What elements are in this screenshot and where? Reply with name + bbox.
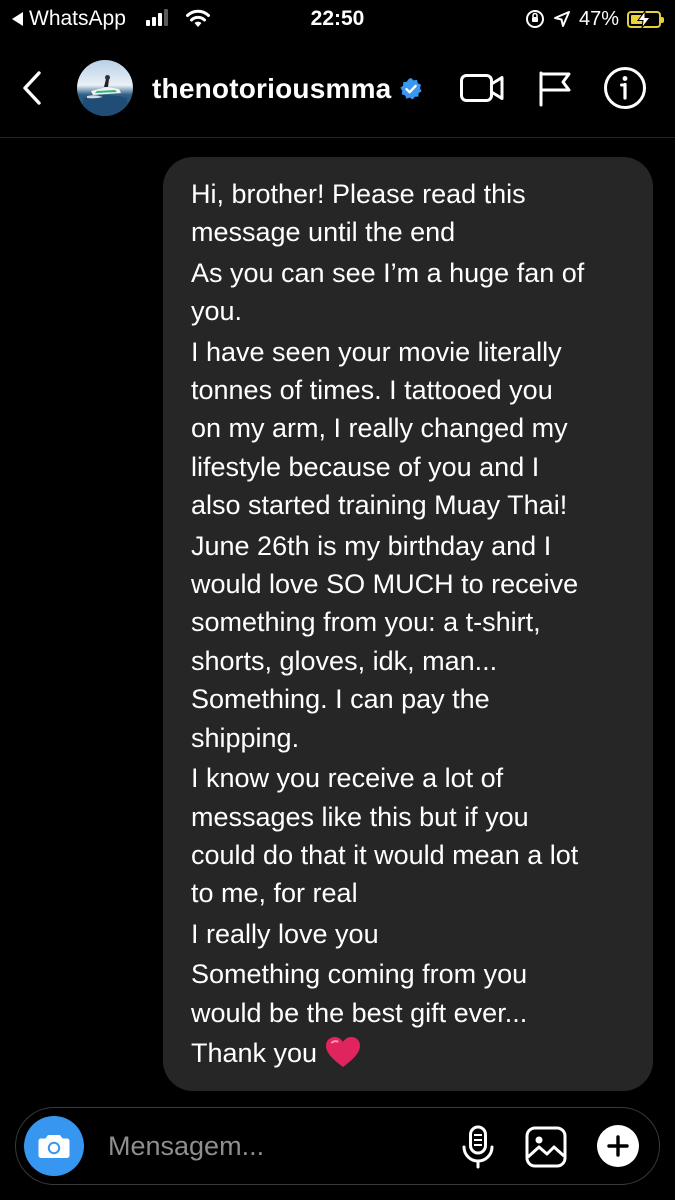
orientation-lock-icon xyxy=(525,10,544,28)
message-line: Something. I can pay the xyxy=(191,684,490,715)
username[interactable]: thenotoriousmma xyxy=(152,72,391,106)
add-button[interactable] xyxy=(597,1125,639,1167)
battery-icon xyxy=(627,10,664,28)
message-line: shorts, gloves, idk, man... xyxy=(191,645,498,676)
video-call-icon[interactable] xyxy=(459,68,505,108)
message-line: June 26th is my birthday and I xyxy=(191,530,552,561)
message-paragraph: Thank you xyxy=(191,1034,625,1072)
camera-button[interactable] xyxy=(24,1116,84,1176)
message-paragraph: June 26th is my birthday and I would love… xyxy=(191,527,625,757)
chat-header: thenotoriousmma xyxy=(0,40,675,138)
message-line: also started training Muay Thai! xyxy=(191,490,568,521)
message-line: As you can see I’m a huge fan of xyxy=(191,257,585,288)
message-line: Thank you xyxy=(191,1034,625,1072)
back-icon[interactable] xyxy=(18,68,46,108)
location-icon xyxy=(553,11,570,27)
gallery-icon[interactable] xyxy=(524,1125,568,1169)
message-paragraph: I have seen your movie literally tonnes o… xyxy=(191,333,625,525)
message-paragraph: Something coming from you would be the be… xyxy=(191,955,625,1032)
heart-emoji-icon xyxy=(326,1036,361,1067)
message-line: I have seen your movie literally xyxy=(191,336,562,367)
verified-badge-icon xyxy=(400,78,423,100)
message-line: Hi, brother! Please read this xyxy=(191,179,526,209)
message-paragraph: As you can see I’m a huge fan of you. xyxy=(191,254,625,331)
info-icon[interactable] xyxy=(603,66,647,110)
message-line: would love SO MUCH to receive xyxy=(191,569,579,600)
status-right: 47% xyxy=(525,6,664,32)
message-line: would be the best gift ever... xyxy=(191,997,528,1028)
message-line: shipping. xyxy=(191,722,300,753)
camera-icon xyxy=(38,1135,70,1158)
add-icon xyxy=(607,1135,629,1157)
flag-icon[interactable] xyxy=(536,68,574,108)
message-line: message until the end xyxy=(191,217,456,248)
message-line: on my arm, I really changed my xyxy=(191,413,568,444)
message-line: could do that it would mean a lot xyxy=(191,839,579,870)
message-paragraph: Hi, brother! Please read this message unt… xyxy=(191,175,625,252)
message-line: I really love you xyxy=(191,918,379,949)
battery-percent: 47% xyxy=(578,8,619,30)
avatar-jetski-icon xyxy=(83,75,127,116)
message-line: tonnes of times. I tattooed you xyxy=(191,375,553,406)
message-composer xyxy=(15,1107,660,1185)
avatar[interactable] xyxy=(77,60,133,116)
message-paragraph: I really love you xyxy=(191,915,625,953)
message-input[interactable] xyxy=(108,1128,448,1164)
status-bar: WhatsApp 22:50 47% xyxy=(0,0,675,40)
message-line: to me, for real xyxy=(191,878,358,909)
message-line: Something coming from you xyxy=(191,959,528,990)
charging-bolt-icon xyxy=(637,10,651,28)
message-line: messages like this but if you xyxy=(191,801,529,832)
message-line: something from you: a t-shirt, xyxy=(191,607,541,638)
microphone-icon[interactable] xyxy=(459,1125,497,1169)
message-line: you. xyxy=(191,296,243,327)
message-line: lifestyle because of you and I xyxy=(191,451,540,482)
message-line-text: Thank you xyxy=(191,1037,318,1068)
chat-title[interactable]: thenotoriousmma xyxy=(152,72,423,106)
message-line: I know you receive a lot of xyxy=(191,763,504,794)
message-paragraph: I know you receive a lot of messages like… xyxy=(191,759,625,913)
message-bubble[interactable]: Hi, brother! Please read this message unt… xyxy=(163,157,653,1091)
